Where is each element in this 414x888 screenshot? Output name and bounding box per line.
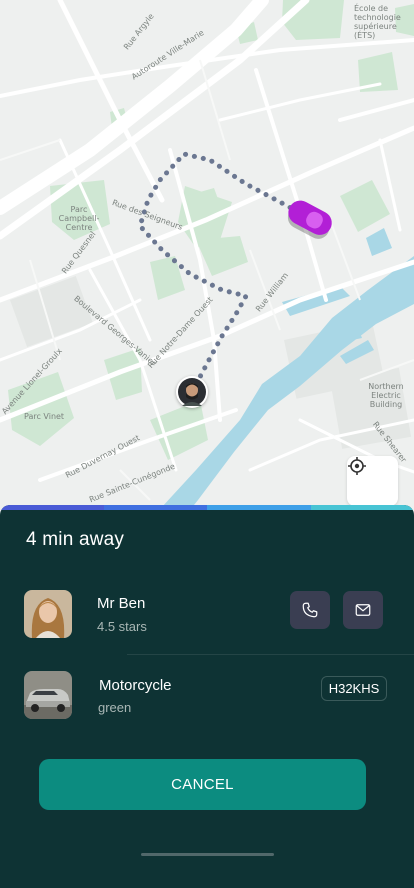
license-plate: H32KHS xyxy=(321,676,387,701)
vehicle-photo xyxy=(24,671,72,719)
message-driver-button[interactable] xyxy=(343,591,383,629)
map-label-school: École de technologie supérieure (ÉTS) xyxy=(354,4,401,40)
progress-segment xyxy=(103,505,207,510)
map-view[interactable]: École de technologie supérieure (ÉTS) Ru… xyxy=(0,0,414,520)
ride-progress-bar xyxy=(0,505,414,510)
divider xyxy=(127,654,414,655)
progress-segment xyxy=(0,505,104,510)
map-label-park: Parc Vinet xyxy=(24,412,65,421)
crosshair-icon xyxy=(348,457,366,475)
phone-icon xyxy=(302,602,318,618)
user-avatar-icon xyxy=(178,378,206,406)
user-location-marker xyxy=(176,376,208,408)
ride-details-sheet: 4 min away Mr Ben 4.5 stars Motorcycle g… xyxy=(0,505,414,888)
vehicle-type: Motorcycle xyxy=(99,677,172,694)
driver-name: Mr Ben xyxy=(97,595,146,612)
mail-icon xyxy=(355,604,371,616)
cancel-ride-button[interactable]: CANCEL xyxy=(39,759,366,810)
locate-me-button[interactable] xyxy=(347,456,398,506)
map-label-building: Northern Electric Building xyxy=(368,382,404,409)
progress-segment xyxy=(310,505,414,510)
map-label-park: Parc Campbell-Centre xyxy=(58,205,100,232)
map-canvas xyxy=(0,0,414,520)
progress-segment xyxy=(207,505,311,510)
driver-avatar xyxy=(24,590,72,638)
driver-rating: 4.5 stars xyxy=(97,619,147,634)
eta-text: 4 min away xyxy=(26,529,125,550)
call-driver-button[interactable] xyxy=(290,591,330,629)
vehicle-color: green xyxy=(98,700,132,715)
home-indicator xyxy=(141,853,274,856)
